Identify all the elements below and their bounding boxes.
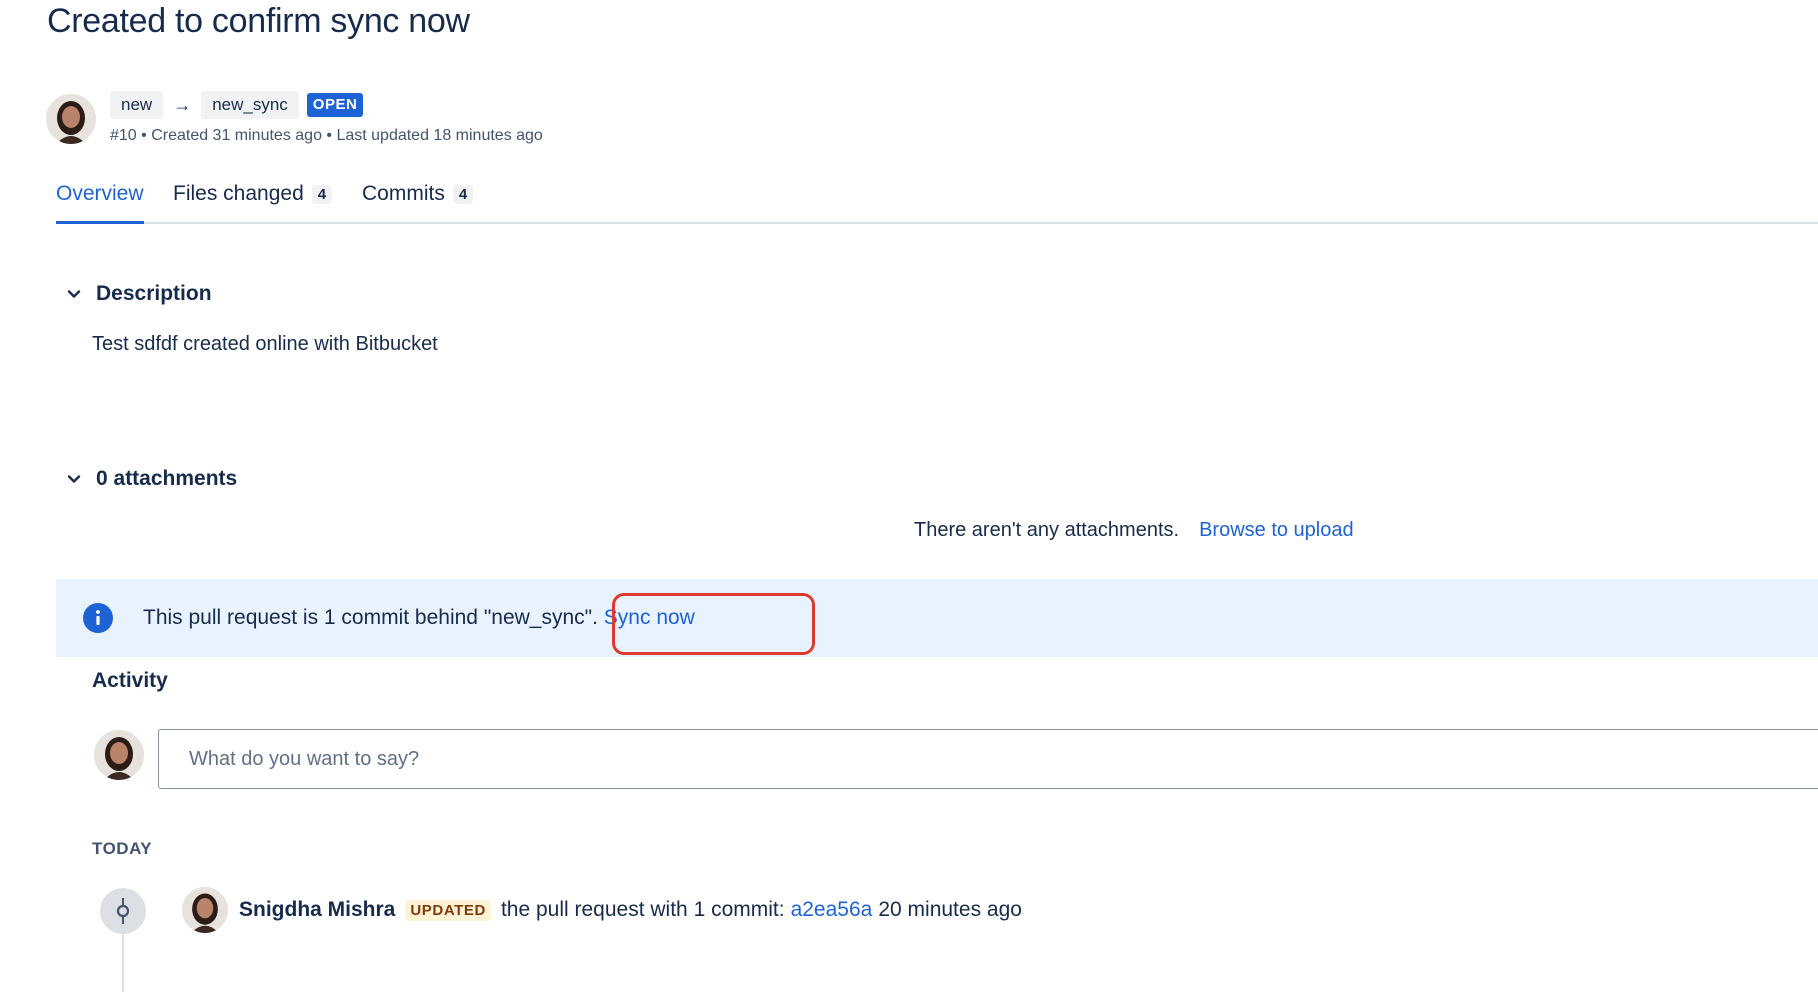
tab-label: Commits — [362, 182, 445, 205]
current-user-avatar[interactable] — [94, 730, 144, 780]
description-text: Test sdfdf created online with Bitbucket — [92, 333, 438, 355]
comment-input[interactable] — [158, 729, 1818, 789]
tab-overview[interactable]: Overview — [56, 182, 144, 224]
sync-banner: This pull request is 1 commit behind "ne… — [56, 579, 1818, 657]
description-toggle[interactable]: Description — [64, 282, 212, 306]
tab-files-changed[interactable]: Files changed 4 — [173, 182, 333, 224]
tab-label: Overview — [56, 182, 144, 205]
count-badge: 4 — [452, 185, 474, 204]
attachments-heading: 0 attachments — [96, 467, 238, 490]
commit-icon — [116, 898, 130, 924]
info-icon — [83, 603, 113, 633]
event-badge: UPDATED — [405, 899, 491, 921]
banner-message: This pull request is 1 commit behind "ne… — [143, 606, 695, 630]
description-heading: Description — [96, 282, 212, 305]
chevron-down-icon — [67, 290, 81, 298]
timeline-node — [100, 888, 146, 934]
avatar-image — [182, 887, 228, 933]
attachments-empty-state: There aren't any attachments. Browse to … — [914, 519, 1354, 542]
day-label: TODAY — [92, 839, 153, 858]
event-time: 20 minutes ago — [878, 898, 1022, 921]
activity-event: Snigdha Mishra UPDATED the pull request … — [239, 898, 1022, 922]
count-badge: 4 — [311, 185, 333, 204]
branch-row: new → new_sync OPEN — [110, 91, 364, 119]
event-text: the pull request with 1 commit: — [500, 898, 785, 921]
avatar-image — [46, 94, 96, 144]
commit-link[interactable]: a2ea56a — [791, 898, 873, 922]
source-branch[interactable]: new — [110, 91, 164, 119]
tab-commits[interactable]: Commits 4 — [362, 182, 474, 224]
pull-request-page: Created to confirm sync now new → new_sy… — [0, 0, 1818, 992]
attachments-toggle[interactable]: 0 attachments — [64, 467, 237, 491]
timeline-line — [122, 934, 124, 992]
sync-now-link[interactable]: Sync now — [604, 606, 695, 629]
avatar-image — [94, 730, 144, 780]
target-branch[interactable]: new_sync — [201, 91, 299, 119]
attachments-empty-text: There aren't any attachments. — [914, 519, 1180, 541]
pr-meta: #10 • Created 31 minutes ago • Last upda… — [110, 127, 543, 144]
tab-label: Files changed — [173, 182, 304, 205]
event-author[interactable]: Snigdha Mishra — [239, 898, 395, 922]
banner-text: This pull request is 1 commit behind "ne… — [143, 606, 598, 629]
author-avatar[interactable] — [46, 94, 96, 144]
event-author-avatar[interactable] — [182, 887, 228, 933]
activity-heading: Activity — [92, 669, 168, 692]
page-title: Created to confirm sync now — [47, 2, 470, 40]
chevron-down-icon — [67, 475, 81, 483]
tab-bar: Overview Files changed 4 Commits 4 — [56, 182, 1818, 224]
arrow-right-icon: → — [173, 94, 192, 115]
status-badge: OPEN — [306, 93, 364, 117]
browse-upload-link[interactable]: Browse to upload — [1199, 519, 1354, 542]
